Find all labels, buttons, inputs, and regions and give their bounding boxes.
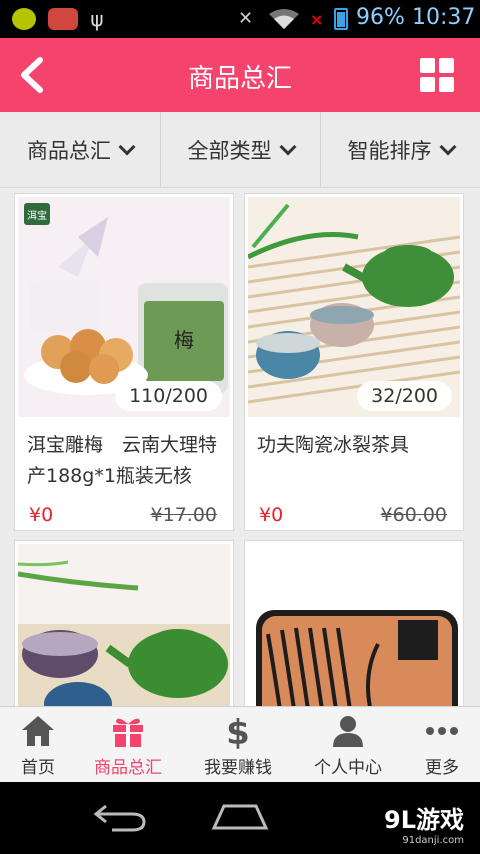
filter-label: 全部类型 xyxy=(187,139,272,163)
brand-logo: 洱宝 xyxy=(27,209,47,222)
signal-none-icon: × xyxy=(310,10,324,29)
tab-home[interactable]: 首页 xyxy=(0,707,86,783)
watermark: 9L游戏 91danji.com xyxy=(384,800,464,846)
stock-badge: 110/200 xyxy=(115,381,222,411)
tab-more[interactable]: 更多 xyxy=(394,707,480,783)
tab-products[interactable]: 商品总汇 xyxy=(80,707,176,783)
tea-set-image xyxy=(18,544,230,706)
tab-label: 我要赚钱 xyxy=(204,758,272,778)
tab-label: 商品总汇 xyxy=(94,758,162,778)
chevron-down-icon xyxy=(279,138,296,156)
watermark-brand: 9L游戏 xyxy=(384,806,464,834)
tab-earn-money[interactable]: $ 我要赚钱 xyxy=(190,707,286,783)
stock-badge: 32/200 xyxy=(357,381,452,411)
usb-icon: ψ xyxy=(90,7,104,31)
person-icon xyxy=(333,716,363,747)
notification-app-icon xyxy=(12,8,36,30)
tab-profile[interactable]: 个人中心 xyxy=(300,707,396,783)
home-nav-icon[interactable] xyxy=(210,802,270,832)
original-price: ¥60.00 xyxy=(380,504,447,526)
original-price: ¥17.00 xyxy=(150,504,217,526)
tab-label: 首页 xyxy=(21,758,55,778)
grid-cell xyxy=(420,77,435,92)
svg-text:梅: 梅 xyxy=(174,328,194,352)
product-image: 洱宝 梅 110/200 xyxy=(18,197,230,417)
chevron-down-icon xyxy=(439,138,456,156)
battery-percent: 96% xyxy=(356,5,405,30)
grid-view-icon[interactable] xyxy=(420,58,454,92)
grid-cell xyxy=(439,58,454,73)
bottom-tab-bar: 首页 商品总汇 $ 我要赚钱 个人中心 更多 xyxy=(0,706,480,782)
svg-text:$: $ xyxy=(226,713,250,749)
clock: 10:37 xyxy=(412,5,476,30)
back-nav-icon[interactable] xyxy=(92,802,148,832)
product-image: 32/200 xyxy=(248,197,460,417)
tab-label: 更多 xyxy=(425,758,459,778)
page-title: 商品总汇 xyxy=(187,64,292,94)
product-card[interactable] xyxy=(244,540,464,706)
dollar-icon: $ xyxy=(226,713,250,749)
tea-tray-image xyxy=(248,544,460,706)
wifi-icon xyxy=(269,9,299,29)
product-grid: 洱宝 梅 110/200 洱宝雕梅 云南大理特产188g*1瓶装无核 ¥0 ¥1… xyxy=(0,188,480,706)
vibrate-off-icon: ✕ xyxy=(238,8,254,29)
product-card[interactable]: 32/200 功夫陶瓷冰裂茶具 ¥0 ¥60.00 xyxy=(244,193,464,531)
product-price: ¥0 xyxy=(29,504,54,526)
filter-bar: 商品总汇 全部类型 智能排序 xyxy=(0,112,480,188)
battery-icon xyxy=(334,8,348,30)
filter-label: 智能排序 xyxy=(347,139,432,163)
app-header: 商品总汇 xyxy=(0,38,480,112)
product-image xyxy=(248,544,460,706)
product-name: 功夫陶瓷冰裂茶具 xyxy=(257,434,410,456)
product-price: ¥0 xyxy=(259,504,284,526)
system-nav-bar: 9L游戏 91danji.com xyxy=(0,782,480,854)
filter-category-dropdown[interactable]: 商品总汇 xyxy=(0,112,160,188)
grid-cell xyxy=(420,58,435,73)
watermark-url: 91danji.com xyxy=(402,835,464,846)
status-bar: ψ ✕ × 96% 10:37 xyxy=(0,0,480,38)
product-image xyxy=(18,544,230,706)
home-icon xyxy=(22,716,54,746)
product-card[interactable]: 洱宝 梅 110/200 洱宝雕梅 云南大理特产188g*1瓶装无核 ¥0 ¥1… xyxy=(14,193,234,531)
chevron-down-icon xyxy=(118,138,136,156)
filter-label: 商品总汇 xyxy=(27,139,111,163)
tab-label: 个人中心 xyxy=(314,758,382,778)
more-icon xyxy=(426,727,458,735)
grid-cell xyxy=(439,77,454,92)
product-name: 洱宝雕梅 云南大理特产188g*1瓶装无核 xyxy=(27,434,218,487)
gift-icon xyxy=(113,718,143,747)
notification-message-icon xyxy=(48,8,78,30)
product-card[interactable] xyxy=(14,540,234,706)
filter-type-dropdown[interactable]: 全部类型 xyxy=(160,112,320,188)
filter-sort-dropdown[interactable]: 智能排序 xyxy=(320,112,480,188)
